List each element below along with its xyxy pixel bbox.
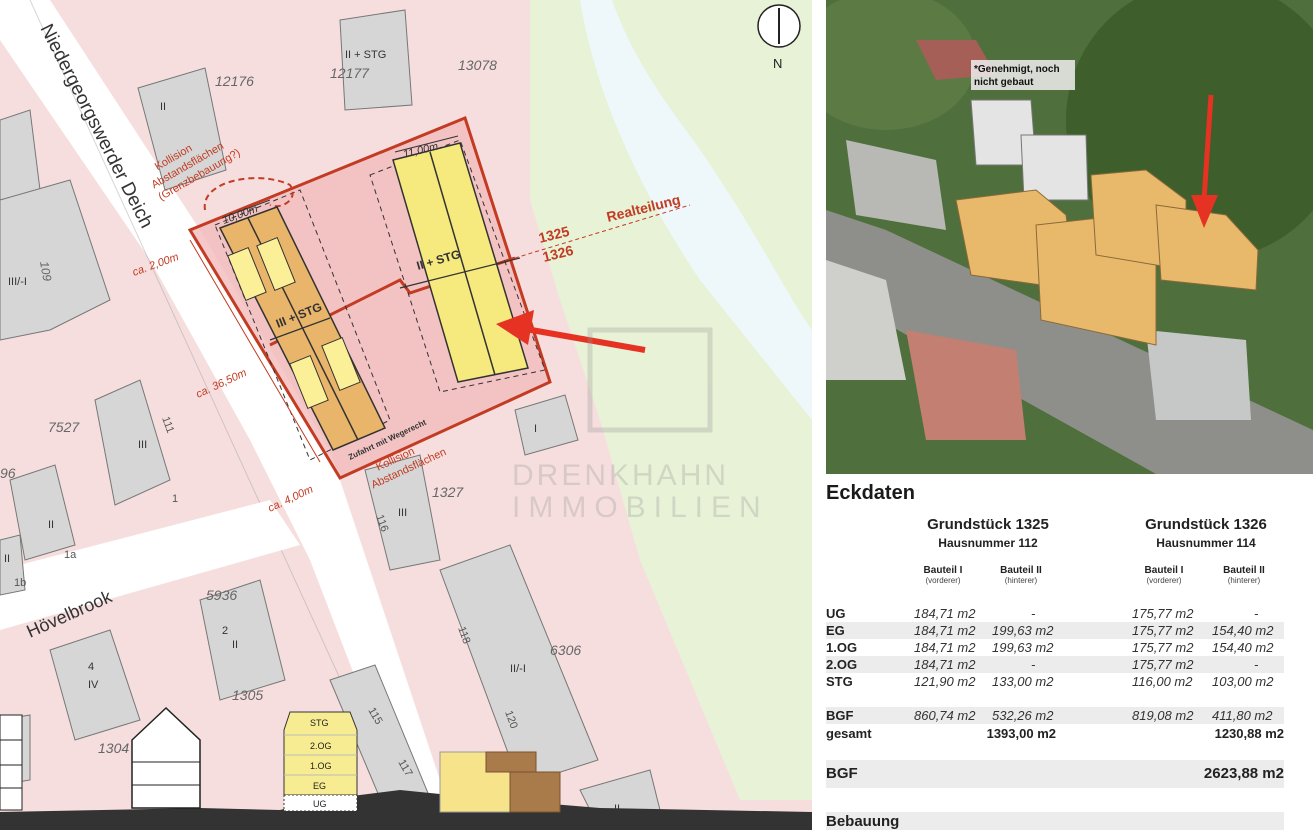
bauteil-header: Bauteil II (hinterer) — [1000, 565, 1042, 585]
table-row-bgf: BGF 860,74 m2 532,26 m2 819,08 m2 411,80… — [826, 707, 1284, 724]
table-row: UG 184,71 m2 - 175,77 m2 - — [826, 606, 1259, 621]
storey-label: II — [232, 639, 238, 651]
storey-label: II — [4, 553, 10, 565]
parcel-number: 13078 — [458, 57, 497, 73]
storey-label: I — [534, 423, 537, 435]
bebauung-heading: Bebauung — [826, 812, 1284, 830]
storey-label: II — [48, 519, 54, 531]
parcel-number: 12177 — [330, 65, 370, 81]
parcel-number: 5936 — [206, 587, 237, 603]
bauteil-header: Bauteil I (vorderer) — [923, 565, 963, 585]
parcel-number: 6306 — [550, 642, 581, 658]
aerial-view: *Genehmigt, noch nicht gebaut — [826, 0, 1313, 474]
svg-text:1.OG: 1.OG — [310, 761, 332, 771]
table-row: STG 121,90 m2 133,00 m2 116,00 m2 103,00… — [826, 674, 1274, 689]
house-number: 1b — [14, 577, 26, 589]
storey-label: II + STG — [345, 49, 386, 61]
parcel-number: 1304 — [98, 740, 129, 756]
site-plan-map: Niedergeorgswerder Deich Hövelbrook 1217… — [0, 0, 812, 830]
parcel-number: 12176 — [215, 73, 254, 89]
parcel-number: 7527 — [48, 419, 80, 435]
parcel-number: 1305 — [232, 687, 263, 703]
storey-label: IV — [88, 679, 99, 691]
house-number: 1 — [172, 493, 178, 505]
svg-text:N: N — [773, 56, 782, 71]
bgf-total-row: BGF 2623,88 m2 — [826, 760, 1284, 788]
svg-text:IMMOBILIEN: IMMOBILIEN — [512, 491, 769, 524]
table-row: EG 184,71 m2 199,63 m2 175,77 m2 154,40 … — [826, 622, 1284, 639]
eckdaten-panel: Eckdaten Grundstück 1325 Hausnummer 112 … — [826, 474, 1313, 830]
bauteil-header: Bauteil II (hinterer) — [1223, 565, 1265, 585]
svg-text:EG: EG — [313, 781, 326, 791]
table-row: 2.OG 184,71 m2 - 175,77 m2 - — [826, 656, 1284, 673]
storey-label: 2 — [222, 625, 228, 637]
house-number: 1a — [64, 549, 77, 561]
aerial-note-line2: nicht gebaut — [974, 77, 1034, 88]
parcel-number: 1327 — [432, 484, 464, 500]
table-row: 1.OG 184,71 m2 199,63 m2 175,77 m2 154,4… — [826, 640, 1274, 655]
storey-label: 4 — [88, 661, 94, 673]
storey-label: III — [138, 439, 147, 451]
storey-label: II — [160, 101, 166, 113]
parcel-number: 96 — [0, 465, 16, 481]
aerial-note-line1: *Genehmigt, noch — [974, 64, 1060, 75]
plot-header-1325: Grundstück 1325 Hausnummer 112 — [927, 516, 1049, 550]
bauteil-header: Bauteil I (vorderer) — [1144, 565, 1184, 585]
table-row-gesamt: gesamt 1393,00 m2 1230,88 m2 — [826, 726, 1284, 741]
plot-header-1326: Grundstück 1326 Hausnummer 114 — [1145, 516, 1267, 550]
svg-text:UG: UG — [313, 799, 327, 809]
svg-text:2.OG: 2.OG — [310, 741, 332, 751]
svg-text:DRENKHAHN: DRENKHAHN — [512, 459, 729, 492]
storey-label: II/-I — [510, 663, 526, 675]
svg-text:STG: STG — [310, 718, 329, 728]
storey-label: III — [398, 507, 407, 519]
panel-title: Eckdaten — [826, 482, 915, 504]
storey-label: III/-I — [8, 276, 27, 288]
